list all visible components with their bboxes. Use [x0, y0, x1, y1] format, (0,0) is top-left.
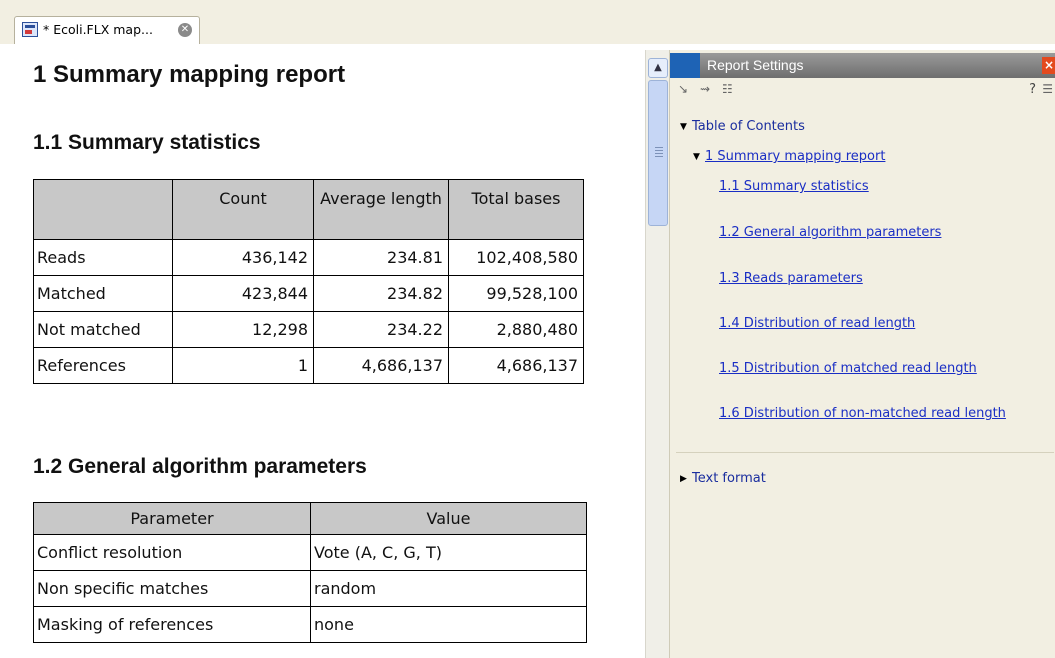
- panel-title-accent: [670, 53, 700, 78]
- toc-link-reads-parameters[interactable]: 1.3 Reads parameters: [719, 271, 863, 286]
- table-row: Non specific matches random: [33, 570, 587, 607]
- toc-item[interactable]: 1.2 General algorithm parameters: [719, 225, 941, 240]
- table-cell: Non specific matches: [33, 570, 311, 607]
- summary-statistics-table: Count Average length Total bases Reads 4…: [33, 179, 584, 384]
- table-cell: 234.22: [313, 311, 449, 348]
- table-cell: 423,844: [172, 275, 314, 312]
- toc-section[interactable]: ▼ 1 Summary mapping report: [693, 149, 885, 164]
- table-header-cell: Average length: [313, 179, 449, 240]
- table-row: Not matched 12,298 234.22 2,880,480: [33, 311, 584, 348]
- table-header-cell: Parameter: [33, 502, 311, 535]
- toc-item[interactable]: 1.5 Distribution of matched read length: [719, 361, 977, 376]
- table-cell: random: [310, 570, 587, 607]
- table-row: Matched 423,844 234.82 99,528,100: [33, 275, 584, 312]
- toc-link-summary-report[interactable]: 1 Summary mapping report: [705, 149, 885, 164]
- summary-statistics-heading: 1.1 Summary statistics: [33, 131, 261, 154]
- toc-item[interactable]: 1.4 Distribution of read length: [719, 316, 915, 331]
- table-cell: 4,686,137: [448, 347, 584, 384]
- toc-link-algorithm-parameters[interactable]: 1.2 General algorithm parameters: [719, 225, 941, 240]
- table-cell: Vote (A, C, G, T): [310, 534, 587, 571]
- toc-item[interactable]: 1.1 Summary statistics: [719, 179, 869, 194]
- collapsed-arrow-icon[interactable]: ▶: [680, 474, 692, 484]
- table-cell: 234.81: [313, 239, 449, 276]
- table-cell: 436,142: [172, 239, 314, 276]
- table-header-cell: [33, 179, 173, 240]
- report-document-icon: [22, 22, 38, 37]
- expand-all-icon[interactable]: ↘: [678, 82, 688, 96]
- help-button[interactable]: ?: [1029, 82, 1036, 97]
- report-document: 1 Summary mapping report 1.1 Summary sta…: [0, 44, 645, 658]
- algorithm-parameters-table: Parameter Value Conflict resolution Vote…: [33, 502, 587, 643]
- toc-link-matched-read-length[interactable]: 1.5 Distribution of matched read length: [719, 361, 977, 376]
- table-cell: none: [310, 606, 587, 643]
- table-cell: 234.82: [313, 275, 449, 312]
- table-row: References 1 4,686,137 4,686,137: [33, 347, 584, 384]
- report-tab[interactable]: * Ecoli.FLX map... ✕: [14, 16, 200, 45]
- table-header-row: Parameter Value: [33, 502, 587, 535]
- table-header-cell: Value: [310, 502, 587, 535]
- panel-toolbar: ↘ ⇝ ☷ ? ☰: [670, 80, 1055, 102]
- toc-group[interactable]: ▼ Table of Contents: [680, 119, 805, 134]
- table-cell: 99,528,100: [448, 275, 584, 312]
- table-row: Masking of references none: [33, 606, 587, 643]
- table-cell: Matched: [33, 275, 173, 312]
- table-row: Reads 436,142 234.81 102,408,580: [33, 239, 584, 276]
- grip-icon: [655, 147, 663, 157]
- panel-divider: [676, 452, 1054, 453]
- table-cell: 2,880,480: [448, 311, 584, 348]
- close-icon[interactable]: ✕: [178, 23, 192, 37]
- report-scrollbar[interactable]: ▲: [645, 50, 669, 658]
- table-cell: Reads: [33, 239, 173, 276]
- table-header-row: Count Average length Total bases: [33, 179, 584, 240]
- scrollbar-thumb[interactable]: [648, 80, 668, 226]
- panel-close-icon[interactable]: ×: [1042, 57, 1055, 74]
- text-format-label: Text format: [692, 471, 766, 486]
- table-cell: Masking of references: [33, 606, 311, 643]
- toc-item[interactable]: 1.3 Reads parameters: [719, 271, 863, 286]
- table-cell: 4,686,137: [313, 347, 449, 384]
- table-header-cell: Count: [172, 179, 314, 240]
- toc-item[interactable]: 1.6 Distribution of non-matched read len…: [719, 406, 1006, 421]
- editor-tab-strip: * Ecoli.FLX map... ✕: [0, 0, 1055, 45]
- table-cell: 102,408,580: [448, 239, 584, 276]
- toc-link-summary-statistics[interactable]: 1.1 Summary statistics: [719, 179, 869, 194]
- report-settings-panel: Report Settings × ↘ ⇝ ☷ ? ☰ ▼ Table of Co…: [669, 50, 1055, 658]
- expanded-arrow-icon[interactable]: ▼: [693, 152, 705, 162]
- tree-view-icon[interactable]: ☷: [722, 82, 733, 96]
- algorithm-parameters-heading: 1.2 General algorithm parameters: [33, 455, 367, 478]
- expanded-arrow-icon[interactable]: ▼: [680, 122, 692, 132]
- toc-group-label: Table of Contents: [692, 119, 805, 134]
- panel-title-bar[interactable]: Report Settings ×: [670, 53, 1055, 78]
- view-menu-icon[interactable]: ☰: [1042, 82, 1053, 96]
- table-cell: References: [33, 347, 173, 384]
- scroll-up-arrow-icon[interactable]: ▲: [648, 58, 668, 78]
- text-format-group[interactable]: ▶ Text format: [680, 471, 766, 486]
- table-cell: 1: [172, 347, 314, 384]
- table-row: Conflict resolution Vote (A, C, G, T): [33, 534, 587, 571]
- toc-link-non-matched-read-length[interactable]: 1.6 Distribution of non-matched read len…: [719, 406, 1006, 421]
- report-title: 1 Summary mapping report: [33, 61, 346, 88]
- table-cell: Not matched: [33, 311, 173, 348]
- table-cell: Conflict resolution: [33, 534, 311, 571]
- table-header-cell: Total bases: [448, 179, 584, 240]
- panel-title: Report Settings: [707, 57, 804, 73]
- collapse-all-icon[interactable]: ⇝: [700, 82, 710, 96]
- report-tab-label: * Ecoli.FLX map...: [43, 22, 153, 37]
- table-cell: 12,298: [172, 311, 314, 348]
- toc-link-read-length[interactable]: 1.4 Distribution of read length: [719, 316, 915, 331]
